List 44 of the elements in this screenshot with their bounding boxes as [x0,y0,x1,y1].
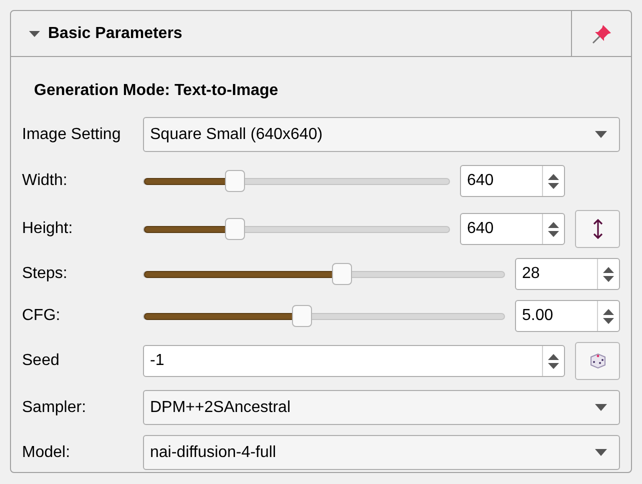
dropdown-caret-icon [595,131,607,138]
spinbox-value: -1 [149,351,166,371]
dropdown-value: DPM++2SAncestral [150,398,291,418]
field-label: Width: [22,171,68,191]
field-label: Seed [22,351,60,371]
field-label: Height: [22,219,74,239]
dropdown-value: Square Small (640x640) [150,124,323,144]
slider[interactable] [143,170,450,192]
number-spinbox[interactable]: 28 [515,258,620,290]
slider-thumb[interactable] [332,263,352,285]
swap-button[interactable] [575,210,620,248]
field-label: Steps: [22,264,68,284]
spinbox-value: 640 [466,219,495,239]
field-label: Model: [22,442,72,462]
slider[interactable] [143,263,505,285]
slider[interactable] [143,305,505,327]
dropdown-value: nai-diffusion-4-full [150,442,276,462]
panel-header[interactable]: Basic Parameters [11,11,631,57]
collapse-triangle-icon[interactable] [29,30,40,36]
field-label: CFG: [22,306,62,326]
slider-thumb[interactable] [225,170,246,192]
generation-mode-label: Generation Mode: Text-to-Image [33,81,280,101]
pushpin-icon [590,22,612,44]
number-spinbox[interactable]: 640 [460,213,565,245]
spinbox-value: 5.00 [521,306,554,326]
number-spinbox[interactable]: 5.00 [515,300,620,332]
spinbox-value: 640 [466,171,495,191]
slider[interactable] [143,218,450,240]
slider-thumb[interactable] [225,218,246,240]
slider-thumb[interactable] [292,305,312,327]
field-label: Image Setting [22,124,122,144]
dropdown-field[interactable]: Square Small (640x640) [143,117,620,152]
dropdown-caret-icon [595,449,607,456]
dropdown-caret-icon [595,404,607,411]
random-seed-button[interactable] [575,342,620,380]
dropdown-field[interactable]: DPM++2SAncestral [143,390,620,425]
number-spinbox[interactable]: 640 [460,165,565,197]
spinbox-value: 28 [521,264,541,284]
vertical-arrows-icon [592,219,602,239]
panel-title: Basic Parameters [48,24,182,44]
field-label: Sampler: [22,398,88,418]
dropdown-field[interactable]: nai-diffusion-4-full [143,435,620,470]
number-spinbox[interactable]: -1 [143,345,565,377]
dice-icon [588,352,606,370]
